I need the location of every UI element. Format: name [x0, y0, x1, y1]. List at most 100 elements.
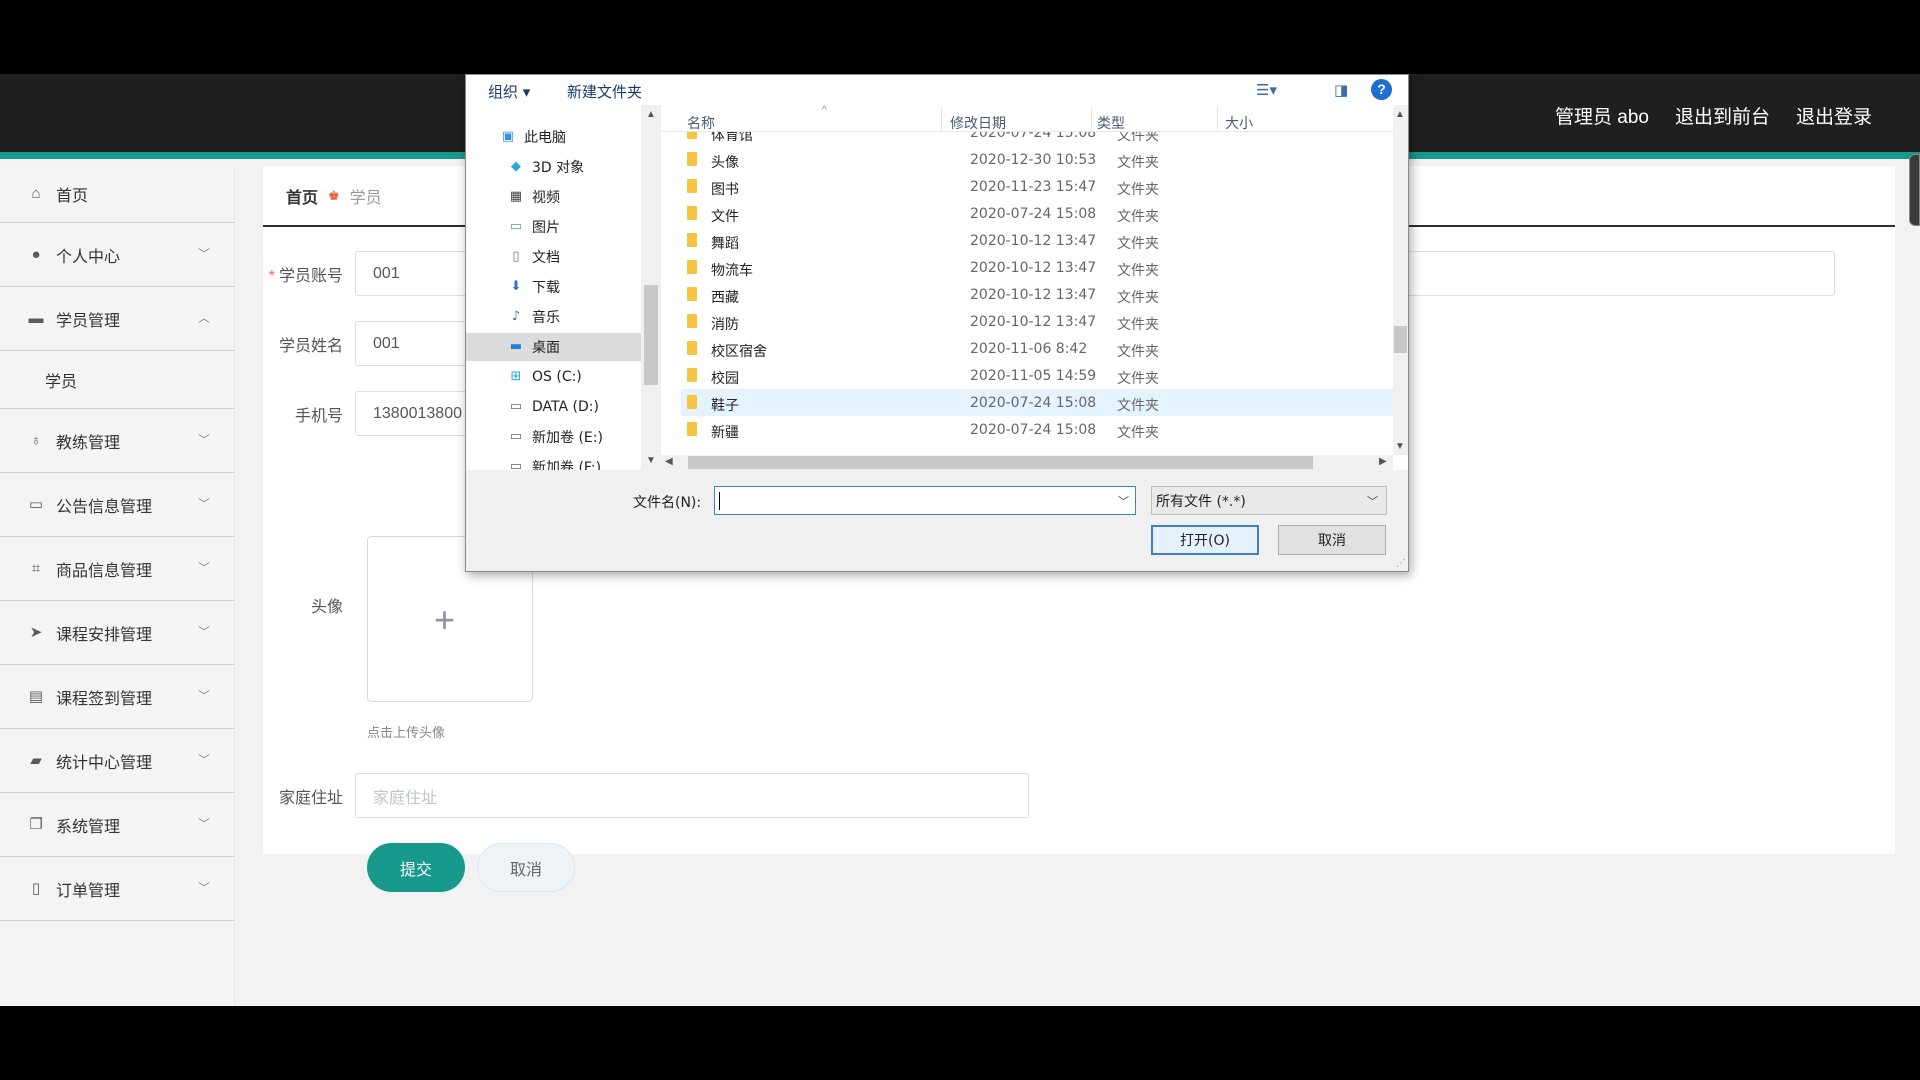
sidebar-item-home[interactable]: ⌂ 首页: [0, 166, 234, 223]
sidebar-item-goods-mgmt[interactable]: ⌗ 商品信息管理 ﹀: [0, 537, 234, 601]
sidebar-item-course-signin[interactable]: ▤ 课程签到管理 ﹀: [0, 665, 234, 729]
organize-menu[interactable]: 组织 ▾: [488, 81, 530, 102]
preview-pane-icon[interactable]: ◨: [1334, 81, 1348, 99]
folder-icon: [687, 260, 697, 274]
breadcrumb-home[interactable]: 首页: [286, 184, 318, 208]
column-name[interactable]: 名称: [687, 113, 715, 133]
sidebar-item-orders[interactable]: ▯ 订单管理 ﹀: [0, 857, 234, 921]
plus-icon: +: [434, 599, 456, 640]
chevron-down-icon: ﹀: [197, 246, 210, 261]
sidebar-item-stats[interactable]: ▰ 统计中心管理 ﹀: [0, 729, 234, 793]
column-type[interactable]: 类型: [1097, 113, 1125, 133]
scroll-down-icon[interactable]: ▼: [646, 455, 656, 466]
copy-icon: ❐: [29, 815, 43, 833]
file-row[interactable]: 校区宿舍 2020-11-06 8:42 文件夹: [681, 335, 1393, 362]
scroll-right-icon[interactable]: ▶: [1379, 456, 1387, 467]
filename-input[interactable]: ﹀: [714, 486, 1136, 515]
file-vertical-scrollbar[interactable]: ▲ ▼: [1393, 105, 1408, 455]
sidebar-item-label: 首页: [56, 188, 89, 205]
folder-icon: [687, 233, 697, 247]
home-icon: ⌂: [31, 185, 41, 202]
file-row[interactable]: 图书 2020-11-23 15:47 文件夹: [681, 173, 1393, 200]
file-row[interactable]: 头像 2020-12-30 10:53 文件夹: [681, 146, 1393, 173]
text-caret: [719, 492, 720, 510]
nav-item-desktop[interactable]: ▬ 桌面: [466, 333, 641, 361]
column-date[interactable]: 修改日期: [950, 113, 1006, 133]
nav-item-pictures[interactable]: ▭ 图片: [466, 213, 641, 241]
sidebar-item-course-schedule[interactable]: ➤ 课程安排管理 ﹀: [0, 601, 234, 665]
open-button[interactable]: 打开(O): [1151, 525, 1259, 555]
sidebar: ⌂ 首页 ● 个人中心 ﹀ ▬ 学员管理 ︿ 学员 ♁ 教练管理 ﹀ ▭ 公告信…: [0, 166, 235, 1006]
sidebar-item-label: 系统管理: [56, 818, 121, 836]
resize-grip-icon[interactable]: ⋰: [1396, 558, 1406, 569]
column-size[interactable]: 大小: [1225, 113, 1253, 133]
sidebar-item-personal-center[interactable]: ● 个人中心 ﹀: [0, 223, 234, 287]
column-divider[interactable]: [941, 107, 942, 132]
nav-item-downloads[interactable]: ⬇ 下载: [466, 273, 641, 301]
view-options-icon[interactable]: ☰▾: [1256, 81, 1277, 99]
nav-item-drive-e[interactable]: ▭ 新加卷 (E:): [466, 423, 641, 451]
cancel-button[interactable]: 取消: [477, 843, 575, 892]
drive-icon: ▭: [509, 459, 523, 470]
nav-item-drive-f[interactable]: ▭ 新加卷 (F:): [466, 453, 641, 470]
file-row[interactable]: 西藏 2020-10-12 13:47 文件夹: [681, 281, 1393, 308]
address-input[interactable]: 家庭住址: [355, 773, 1029, 818]
edge-tab[interactable]: [1909, 154, 1920, 226]
scroll-up-icon[interactable]: ▲: [646, 109, 656, 120]
chevron-down-icon[interactable]: ﹀: [1118, 493, 1129, 509]
filename-label: 文件名(N):: [633, 495, 702, 511]
sidebar-item-label: 公告信息管理: [56, 498, 153, 516]
column-divider[interactable]: [1217, 107, 1218, 132]
sidebar-item-system[interactable]: ❐ 系统管理 ﹀: [0, 793, 234, 857]
submit-button[interactable]: 提交: [367, 843, 465, 892]
nav-scroll-thumb[interactable]: [644, 285, 658, 385]
scroll-left-icon[interactable]: ◀: [665, 456, 673, 467]
sidebar-item-student-mgmt[interactable]: ▬ 学员管理 ︿: [0, 287, 234, 351]
scroll-up-icon[interactable]: ▲: [1395, 109, 1405, 120]
nav-item-music[interactable]: ♪ 音乐: [466, 303, 641, 331]
phone-label: 手机号: [294, 407, 343, 425]
chevron-up-icon: ︿: [197, 310, 210, 325]
sidebar-item-coach-mgmt[interactable]: ♁ 教练管理 ﹀: [0, 409, 234, 473]
sort-ascending-icon: ^: [822, 105, 827, 116]
os-drive-icon: ⊞: [510, 369, 522, 384]
admin-user-label[interactable]: 管理员 abo: [1555, 102, 1649, 129]
chevron-down-icon: ﹀: [197, 688, 210, 703]
chevron-down-icon: ﹀: [197, 880, 210, 895]
file-type-filter[interactable]: 所有文件 (*.*) ﹀: [1151, 486, 1387, 515]
file-row[interactable]: 消防 2020-10-12 13:47 文件夹: [681, 308, 1393, 335]
file-hscroll-thumb[interactable]: [688, 456, 1313, 469]
help-icon[interactable]: ?: [1371, 79, 1392, 100]
chat-icon: ▭: [28, 495, 44, 513]
nav-item-drive-d[interactable]: ▭ DATA (D:): [466, 393, 641, 421]
folder-icon: [687, 368, 697, 382]
column-divider[interactable]: [1091, 107, 1092, 132]
microphone-icon: ♁: [30, 431, 42, 449]
navigation-pane: ▣ 此电脑 ◆ 3D 对象 ▦ 视频 ▭ 图片 ▯ 文档 ⬇ 下载 ♪ 音乐 ▬…: [466, 105, 661, 470]
nav-item-videos[interactable]: ▦ 视频: [466, 183, 641, 211]
file-row[interactable]: 新疆 2020-07-24 15:08 文件夹: [681, 416, 1393, 443]
nav-item-documents[interactable]: ▯ 文档: [466, 243, 641, 271]
file-row-selected[interactable]: 鞋子 2020-07-24 15:08 文件夹: [681, 389, 1393, 416]
scroll-down-icon[interactable]: ▼: [1395, 441, 1405, 452]
sidebar-subitem-student[interactable]: 学员: [0, 351, 234, 409]
chevron-down-icon: ﹀: [1367, 495, 1378, 508]
dialog-cancel-button[interactable]: 取消: [1278, 525, 1386, 555]
file-row[interactable]: 文件 2020-07-24 15:08 文件夹: [681, 200, 1393, 227]
nav-item-3d-objects[interactable]: ◆ 3D 对象: [466, 153, 641, 181]
file-row[interactable]: 校园 2020-11-05 14:59 文件夹: [681, 362, 1393, 389]
file-list-header: 名称 ^ 修改日期 类型 大小: [661, 105, 1393, 132]
folder-icon: [687, 206, 697, 220]
exit-to-front-link[interactable]: 退出到前台: [1675, 102, 1770, 129]
logout-link[interactable]: 退出登录: [1796, 102, 1872, 129]
nav-scrollbar[interactable]: ▲ ▼: [641, 105, 661, 470]
nav-item-this-pc[interactable]: ▣ 此电脑: [466, 123, 641, 151]
sidebar-item-notice-mgmt[interactable]: ▭ 公告信息管理 ﹀: [0, 473, 234, 537]
new-folder-button[interactable]: 新建文件夹: [567, 81, 642, 102]
file-horizontal-scrollbar[interactable]: ◀ ▶: [661, 455, 1393, 470]
file-row[interactable]: 舞蹈 2020-10-12 13:47 文件夹: [681, 227, 1393, 254]
file-row[interactable]: 物流车 2020-10-12 13:47 文件夹: [681, 254, 1393, 281]
file-open-dialog: 组织 ▾ 新建文件夹 ☰▾ ◨ ? ▣ 此电脑 ◆ 3D 对象 ▦ 视频 ▭ 图…: [465, 74, 1409, 572]
nav-item-drive-c[interactable]: ⊞ OS (C:): [466, 363, 641, 391]
file-vscroll-thumb[interactable]: [1394, 326, 1407, 353]
